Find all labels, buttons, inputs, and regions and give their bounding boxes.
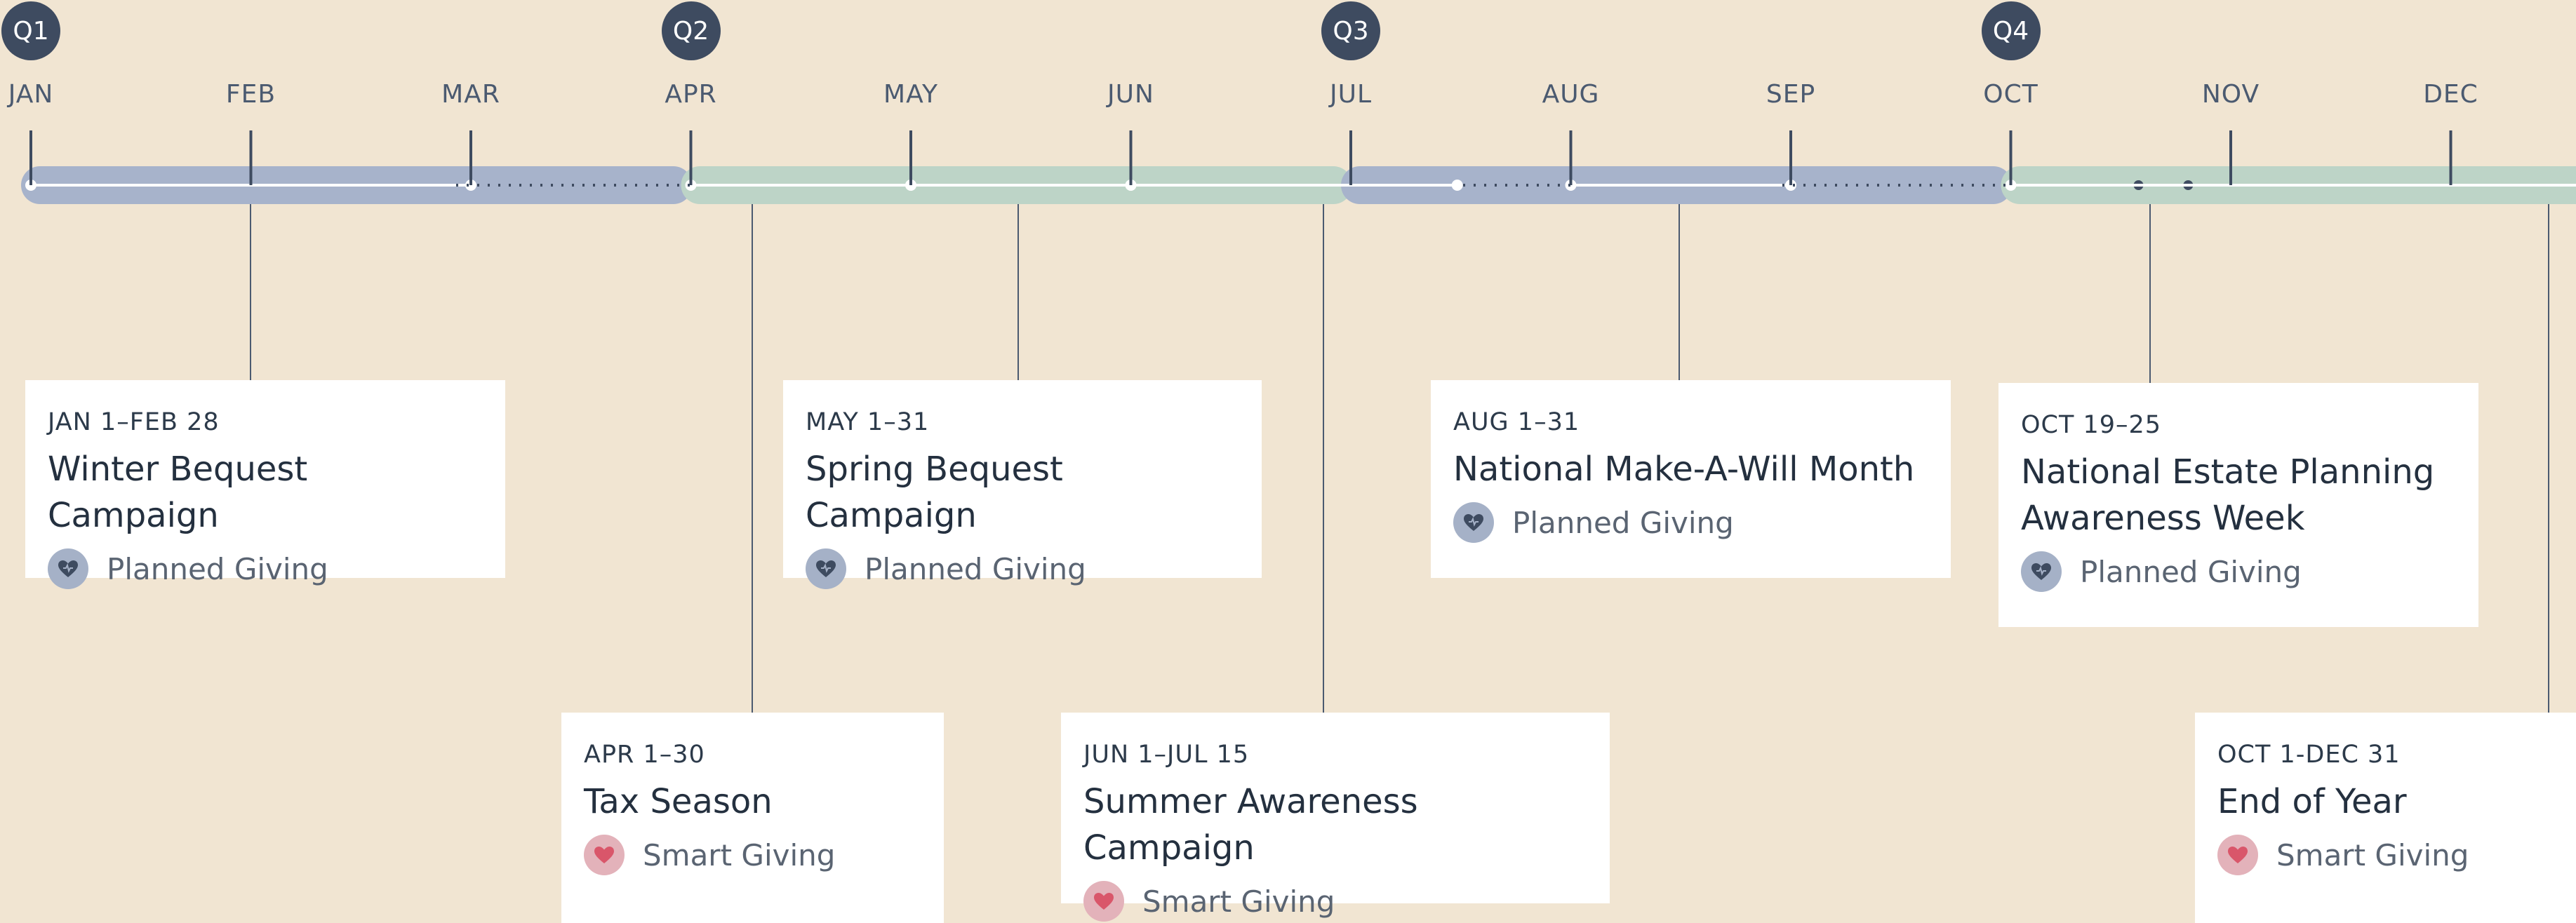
event-title: Winter Bequest Campaign xyxy=(48,446,483,539)
event-title: Tax Season xyxy=(584,779,921,825)
heart-icon xyxy=(1083,881,1124,922)
event-title: End of Year xyxy=(2217,779,2576,825)
quarter-badge-q2: Q2 xyxy=(662,1,721,60)
month-label-jun: JUN xyxy=(1107,80,1154,109)
event-card: JAN 1–FEB 28Winter Bequest CampaignPlann… xyxy=(25,380,505,578)
event-category-label: Planned Giving xyxy=(2080,555,2302,589)
event-category-tag: Planned Giving xyxy=(48,548,483,589)
month-label-oct: OCT xyxy=(1983,80,2038,109)
event-title: Spring Bequest Campaign xyxy=(806,446,1239,539)
heart-icon xyxy=(2021,551,2062,592)
event-category-tag: Smart Giving xyxy=(2217,835,2576,875)
event-title: National Make-A-Will Month xyxy=(1453,446,1928,492)
event-title: Summer Awareness Campaign xyxy=(1083,779,1587,871)
month-label-jan: JAN xyxy=(8,80,54,109)
event-category-tag: Planned Giving xyxy=(1453,502,1928,543)
month-label-nov: NOV xyxy=(2202,80,2260,109)
event-card: OCT 19–25 National Estate Planning Awaren… xyxy=(1998,383,2478,627)
event-category-label: Smart Giving xyxy=(2276,838,2469,873)
month-label-mar: MAR xyxy=(441,80,500,109)
quarter-badge-q1: Q1 xyxy=(1,1,60,60)
event-category-label: Smart Giving xyxy=(1142,884,1335,919)
month-label-feb: FEB xyxy=(226,80,276,109)
event-date: OCT 1-DEC 31 xyxy=(2217,741,2576,769)
event-card: OCT 1-DEC 31 End of Year Smart Giving xyxy=(2195,713,2576,923)
event-date: OCT 19–25 xyxy=(2021,411,2456,439)
heart-icon xyxy=(806,548,846,589)
event-date: JAN 1–FEB 28 xyxy=(48,408,483,436)
heart-icon xyxy=(2217,835,2258,875)
event-card: AUG 1–31 National Make-A-Will Month Planne… xyxy=(1431,380,1951,578)
month-label-apr: APR xyxy=(665,80,716,109)
event-card: APR 1–30 Tax Season Smart Giving xyxy=(561,713,944,923)
month-label-may: MAY xyxy=(883,80,938,109)
heart-icon xyxy=(584,835,625,875)
event-category-label: Smart Giving xyxy=(643,838,835,873)
event-card: MAY 1–31Spring Bequest CampaignPlanned G… xyxy=(783,380,1262,578)
timeline-stage: JAN FEB MAR APR MAY JUN JUL AUG SEP OCT NOV DEC Q1 Q2… xyxy=(0,0,2576,909)
event-category-label: Planned Giving xyxy=(865,552,1086,586)
heart-icon xyxy=(48,548,88,589)
event-span-end-dot xyxy=(1452,180,1463,191)
month-label-dec: DEC xyxy=(2423,80,2478,109)
event-title: National Estate Planning Awareness Week xyxy=(2021,449,2456,541)
event-date: AUG 1–31 xyxy=(1453,408,1928,436)
event-date: MAY 1–31 xyxy=(806,408,1239,436)
month-label-jul: JUL xyxy=(1330,80,1372,109)
event-date: JUN 1–JUL 15 xyxy=(1083,741,1587,769)
event-category-tag: Planned Giving xyxy=(2021,551,2456,592)
heart-icon xyxy=(1453,502,1494,543)
event-card: JUN 1–JUL 15Summer Awareness CampaignSma… xyxy=(1061,713,1610,903)
event-category-tag: Smart Giving xyxy=(1083,881,1587,922)
event-category-tag: Planned Giving xyxy=(806,548,1239,589)
month-label-aug: AUG xyxy=(1542,80,1600,109)
event-category-tag: Smart Giving xyxy=(584,835,921,875)
event-date: APR 1–30 xyxy=(584,741,921,769)
event-category-label: Planned Giving xyxy=(1512,506,1734,540)
quarter-badge-q4: Q4 xyxy=(1982,1,2041,60)
quarter-badge-q3: Q3 xyxy=(1321,1,1380,60)
event-category-label: Planned Giving xyxy=(107,552,328,586)
month-label-sep: SEP xyxy=(1766,80,1815,109)
